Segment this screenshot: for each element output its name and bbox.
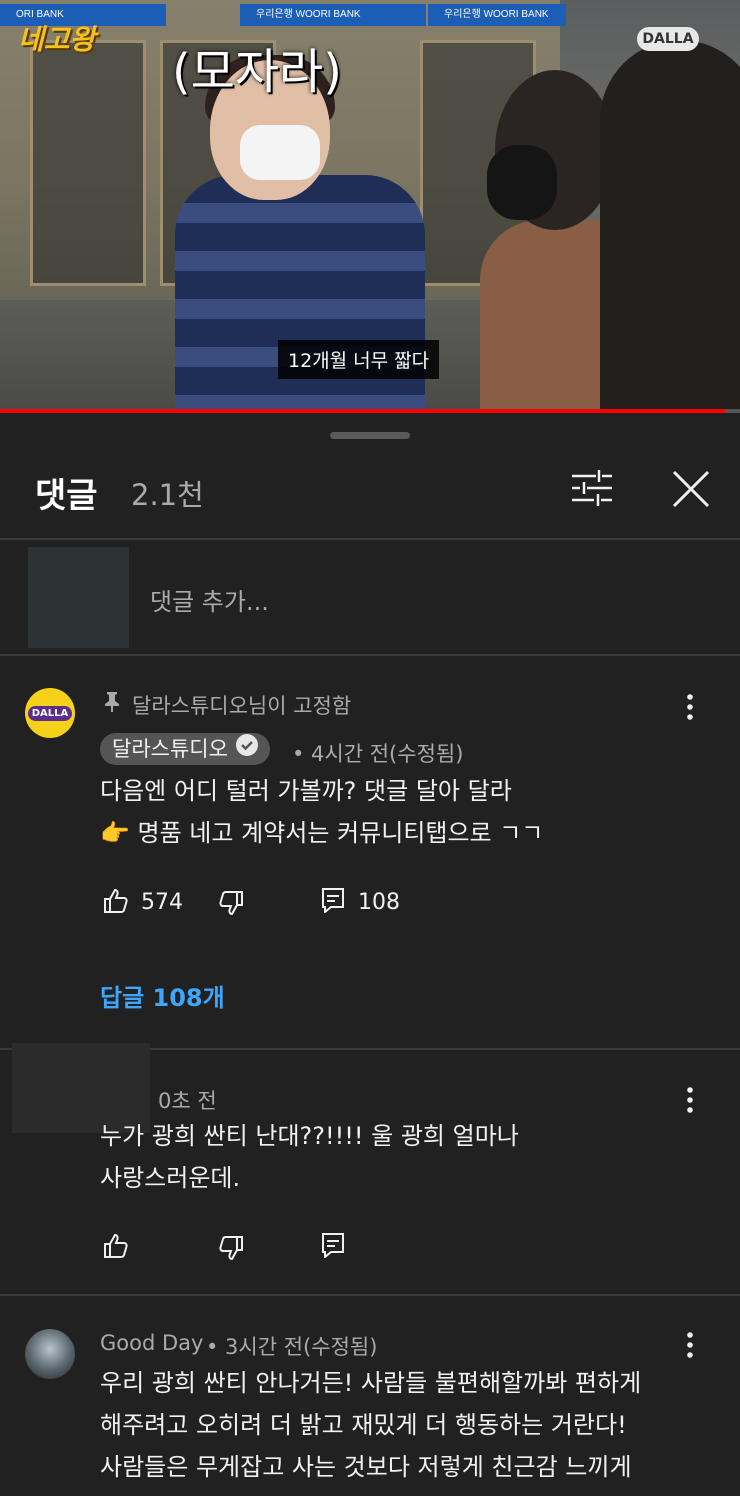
avatar[interactable] — [25, 1329, 75, 1379]
person-left-mask — [240, 125, 320, 180]
like-icon[interactable] — [103, 1233, 129, 1259]
pin-icon — [103, 690, 121, 712]
reply-count: 108 — [358, 890, 400, 915]
author-chip[interactable]: 달라스튜디오 — [100, 733, 270, 765]
comments-panel: 댓글 2.1천 댓글 추가... DALLA 달라스튜디오님이 고정함 달라스튜… — [0, 418, 740, 1496]
more-options-icon[interactable] — [680, 693, 700, 723]
more-options-icon[interactable] — [680, 1331, 700, 1361]
comment-text-line: 누가 광희 싼티 난대??!!!! 울 광희 얼마나 — [100, 1122, 519, 1150]
watermark-logo: DALLA — [637, 27, 699, 51]
person-right — [600, 40, 740, 410]
comment-time: 0초 전 — [158, 1089, 217, 1113]
comment-text-line: 우리 광희 싼티 안나거든! 사람들 불편해할까봐 편하게 — [100, 1369, 642, 1397]
avatar-logo-text: DALLA — [27, 705, 73, 721]
panel-title: 댓글 — [35, 476, 98, 516]
like-icon[interactable] — [103, 888, 129, 914]
video-progress-fill — [0, 409, 726, 413]
comment-time: • 4시간 전(수정됨) — [292, 742, 464, 766]
comment-text-line: 해주려고 오히려 더 밝고 재밌게 더 행동하는 거란다! — [100, 1411, 627, 1439]
reply-icon[interactable] — [321, 1232, 345, 1260]
sort-icon[interactable] — [570, 468, 614, 508]
more-options-icon[interactable] — [680, 1086, 700, 1116]
my-avatar — [28, 547, 129, 648]
comment-author[interactable]: Good Day — [100, 1331, 203, 1355]
comment-author: 달라스튜디오 — [112, 737, 228, 761]
bank-sign: 우리은행 WOORI BANK — [240, 4, 426, 26]
divider — [0, 1294, 740, 1296]
close-icon[interactable] — [672, 470, 710, 508]
bank-sign: 우리은행 WOORI BANK — [428, 4, 566, 26]
view-replies-link[interactable]: 답글 108개 — [100, 978, 225, 1013]
comment-text-line: 사람들은 무게잡고 사는 것보다 저렇게 친근감 느끼게 — [100, 1453, 632, 1481]
video-subtitle: 12개월 너무 짧다 — [278, 340, 440, 379]
person-middle-mask — [487, 145, 557, 220]
video-overlay-caption: (모자라) — [172, 44, 342, 100]
drag-handle[interactable] — [330, 432, 410, 439]
add-comment-input[interactable]: 댓글 추가... — [150, 582, 269, 617]
divider — [0, 654, 740, 656]
comment-text-line: 👉 명품 네고 계약서는 커뮤니티탭으로 ㄱㄱ — [100, 819, 544, 847]
like-count: 574 — [141, 890, 183, 915]
dislike-icon[interactable] — [218, 890, 244, 916]
dislike-icon[interactable] — [218, 1235, 244, 1261]
pinned-label: 달라스튜디오님이 고정함 — [132, 694, 352, 718]
video-player[interactable]: ORI BANK 우리은행 WOORI BANK 우리은행 WOORI BANK… — [0, 0, 740, 410]
avatar[interactable]: DALLA — [25, 688, 75, 738]
comment-text-line: 사랑스러운데. — [100, 1164, 241, 1192]
reply-icon[interactable] — [321, 887, 345, 915]
verified-icon — [235, 733, 258, 765]
comment-time: • 3시간 전(수정됨) — [206, 1335, 378, 1359]
comment-text-line: 다음엔 어디 털러 가볼까? 댓글 달아 달라 — [100, 777, 512, 805]
window — [30, 40, 146, 286]
video-progress-bar[interactable] — [0, 409, 740, 413]
divider — [0, 538, 740, 540]
channel-logo: 네고왕 — [18, 23, 96, 56]
comment-count: 2.1천 — [131, 478, 204, 512]
